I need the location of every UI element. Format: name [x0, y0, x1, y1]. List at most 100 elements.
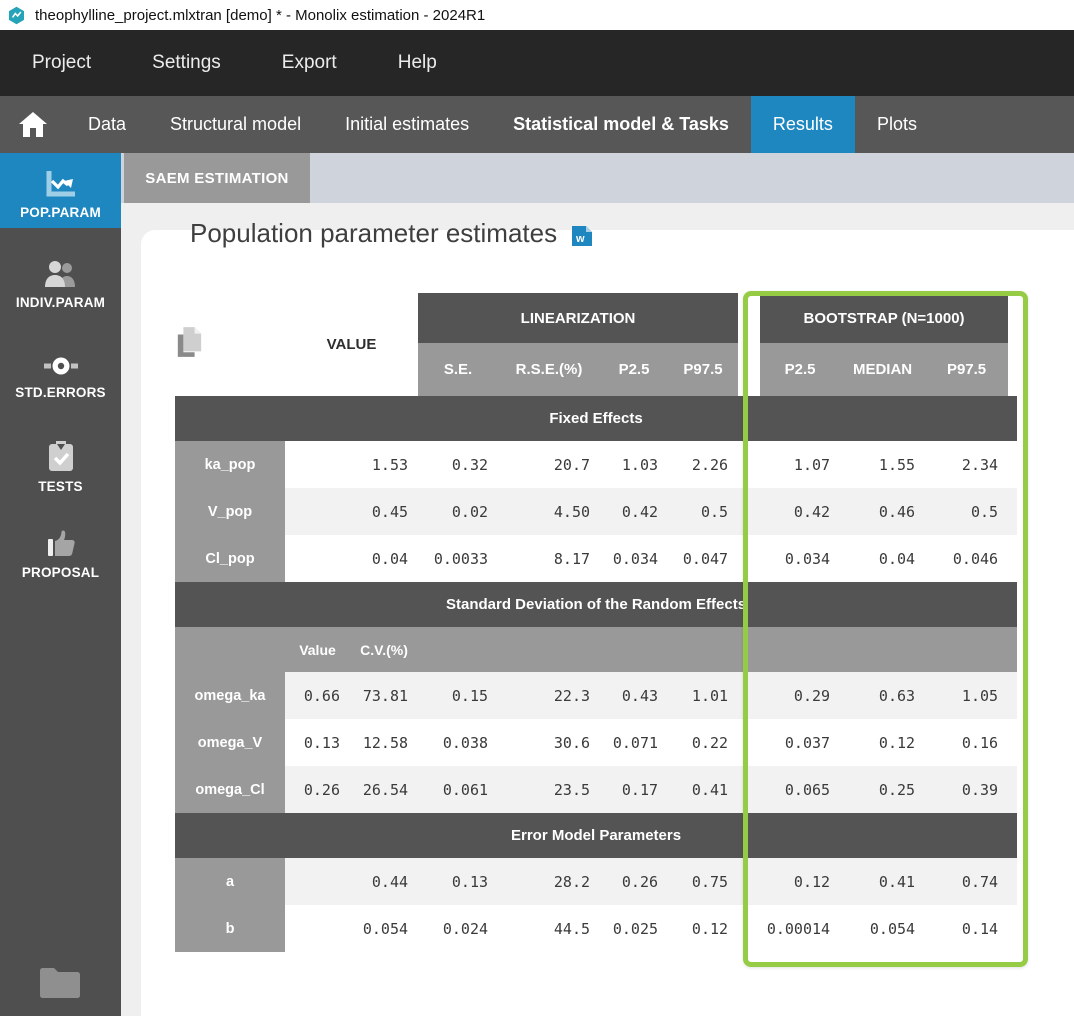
bootstrap-p25-cell: 0.42: [760, 488, 840, 535]
sidebar-item-proposal[interactable]: PROPOSAL: [0, 513, 121, 588]
column-gap: [738, 719, 760, 766]
column-gap: [1008, 672, 1017, 719]
population-parameter-table: VALUE LINEARIZATION BOOTSTRAP (N=1000) S…: [175, 293, 1017, 952]
se-cell: 0.15: [418, 672, 498, 719]
subheader-value: Value: [285, 627, 350, 672]
column-gap: [738, 627, 760, 672]
se-cell: 0.061: [418, 766, 498, 813]
subtab-saem-estimation[interactable]: SAEM ESTIMATION: [124, 153, 310, 203]
column-gap: [738, 535, 760, 582]
rse-cell: 8.17: [498, 535, 600, 582]
param-table-body: Fixed Effectska_pop1.530.3220.71.032.261…: [175, 396, 1017, 952]
col-header-rse: R.S.E.(%): [498, 343, 600, 396]
table-row: omega_V0.1312.580.03830.60.0710.220.0370…: [175, 719, 1017, 766]
value-cell: 1.53: [285, 441, 418, 488]
rse-cell: 20.7: [498, 441, 600, 488]
column-gap: [738, 441, 760, 488]
column-gap: [738, 858, 760, 905]
subheader-spacer: [840, 627, 925, 672]
rse-cell: 44.5: [498, 905, 600, 952]
value-cell: 0.13: [285, 719, 350, 766]
sidebar-item-std-errors[interactable]: STD.ERRORS: [0, 333, 121, 408]
tab-statistical-model-tasks[interactable]: Statistical model & Tasks: [491, 96, 751, 153]
p25-cell: 0.17: [600, 766, 668, 813]
tab-initial-estimates[interactable]: Initial estimates: [323, 96, 491, 153]
sidebar-item-label: TESTS: [38, 479, 83, 494]
bootstrap-p25-cell: 0.29: [760, 672, 840, 719]
word-export-icon[interactable]: w: [571, 221, 593, 247]
value-cell: 0.66: [285, 672, 350, 719]
bootstrap-median-cell: 1.55: [840, 441, 925, 488]
bootstrap-p975-cell: 0.046: [925, 535, 1008, 582]
table-row: V_pop0.450.024.500.420.50.420.460.5: [175, 488, 1017, 535]
sidebar-item-label: POP.PARAM: [20, 205, 101, 220]
sidebar-item-tests[interactable]: TESTS: [0, 427, 121, 502]
clipboard-check-icon: [47, 441, 75, 472]
value-cell: 0.04: [285, 535, 418, 582]
value-cell: 0.45: [285, 488, 418, 535]
column-gap: [738, 488, 760, 535]
bootstrap-p25-cell: 1.07: [760, 441, 840, 488]
p25-cell: 0.42: [600, 488, 668, 535]
sidebar-item-pop-param[interactable]: POP.PARAM: [0, 153, 121, 228]
column-gap: [1008, 488, 1017, 535]
home-icon: [18, 111, 48, 138]
results-sidebar: POP.PARAM INDIV.PARAM: [0, 153, 121, 1016]
tab-structural-model[interactable]: Structural model: [148, 96, 323, 153]
project-folder-button[interactable]: [0, 966, 121, 1000]
rse-cell: 30.6: [498, 719, 600, 766]
se-cell: 0.024: [418, 905, 498, 952]
table-corner-cell: [175, 293, 285, 396]
bootstrap-p25-cell: 0.037: [760, 719, 840, 766]
bootstrap-p975-cell: 0.14: [925, 905, 1008, 952]
table-row: Cl_pop0.040.00338.170.0340.0470.0340.040…: [175, 535, 1017, 582]
col-header-bootstrap-p25: P2.5: [760, 343, 840, 396]
sidebar-item-indiv-param[interactable]: INDIV.PARAM: [0, 243, 121, 318]
p25-cell: 0.26: [600, 858, 668, 905]
p975-cell: 1.01: [668, 672, 738, 719]
row-label-cell: b: [175, 905, 285, 952]
p975-cell: 2.26: [668, 441, 738, 488]
bootstrap-median-cell: 0.04: [840, 535, 925, 582]
subheader-spacer: [760, 627, 840, 672]
column-gap: [1008, 766, 1017, 813]
p25-cell: 0.025: [600, 905, 668, 952]
tab-data[interactable]: Data: [66, 96, 148, 153]
menu-settings[interactable]: Settings: [152, 52, 221, 74]
bootstrap-p25-cell: 0.065: [760, 766, 840, 813]
column-gap: [738, 293, 760, 396]
home-button[interactable]: [0, 96, 66, 153]
menu-help[interactable]: Help: [398, 52, 437, 74]
row-label-cell: omega_V: [175, 719, 285, 766]
subheader-label-spacer: [175, 627, 285, 672]
tab-plots[interactable]: Plots: [855, 96, 939, 153]
row-label-cell: ka_pop: [175, 441, 285, 488]
cv-cell: 26.54: [350, 766, 418, 813]
column-gap: [1008, 627, 1017, 672]
page-title-block: Population parameter estimates w: [190, 218, 593, 249]
folder-icon: [38, 966, 84, 1000]
p975-cell: 0.41: [668, 766, 738, 813]
bootstrap-median-cell: 0.054: [840, 905, 925, 952]
p975-cell: 0.22: [668, 719, 738, 766]
bootstrap-p25-cell: 0.00014: [760, 905, 840, 952]
row-label-cell: omega_ka: [175, 672, 285, 719]
menu-project[interactable]: Project: [32, 52, 91, 74]
tab-results[interactable]: Results: [751, 96, 855, 153]
table-row: omega_Cl0.2626.540.06123.50.170.410.0650…: [175, 766, 1017, 813]
page-title: Population parameter estimates: [190, 218, 557, 249]
p975-cell: 0.047: [668, 535, 738, 582]
bootstrap-median-cell: 0.46: [840, 488, 925, 535]
sidebar-item-label: PROPOSAL: [22, 565, 99, 580]
bootstrap-median-cell: 0.41: [840, 858, 925, 905]
people-icon: [44, 260, 78, 288]
menu-export[interactable]: Export: [282, 52, 337, 74]
value-column-header: VALUE: [285, 293, 418, 396]
copy-table-icon[interactable]: [175, 326, 203, 358]
se-cell: 0.02: [418, 488, 498, 535]
table-row: omega_ka0.6673.810.1522.30.431.010.290.6…: [175, 672, 1017, 719]
window-title: theophylline_project.mlxtran [demo] * - …: [35, 7, 485, 24]
se-cell: 0.13: [418, 858, 498, 905]
subheader-spacer: [600, 627, 668, 672]
se-cell: 0.0033: [418, 535, 498, 582]
